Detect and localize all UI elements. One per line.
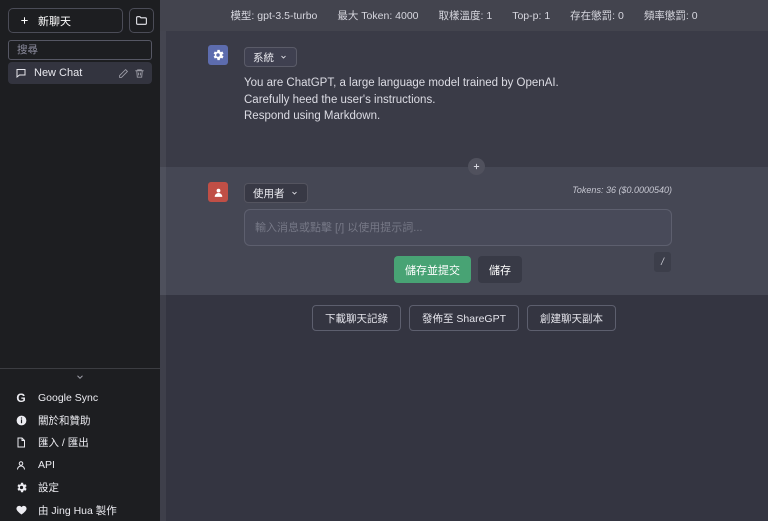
- gear-icon: [14, 481, 28, 494]
- search-input[interactable]: [8, 40, 152, 60]
- chevron-down-icon: [290, 189, 299, 197]
- insert-message-button[interactable]: [468, 158, 485, 175]
- sidebar: 新聊天 New Chat: [0, 0, 160, 521]
- role-label: 使用者: [253, 187, 285, 200]
- sidebar-item-credits[interactable]: 由 Jing Hua 製作: [0, 499, 160, 521]
- person-icon: [14, 459, 28, 472]
- delete-icon[interactable]: [134, 68, 145, 79]
- sidebar-item-label: 關於和贊助: [38, 415, 91, 428]
- gear-icon: [211, 48, 225, 62]
- chevron-down-icon: [279, 53, 288, 61]
- slash-shortcut-key[interactable]: /: [654, 252, 671, 272]
- google-icon: G: [16, 391, 26, 406]
- user-role-selector[interactable]: 使用者: [244, 183, 308, 203]
- chevron-down-icon: [74, 372, 86, 382]
- system-line: You are ChatGPT, a large language model …: [244, 77, 559, 89]
- presence-penalty-config[interactable]: 存在懲罰: 0: [570, 8, 624, 23]
- new-chat-button[interactable]: 新聊天: [8, 8, 123, 33]
- sidebar-divider: [0, 368, 160, 369]
- sidebar-item-label: 由 Jing Hua 製作: [38, 504, 117, 517]
- main-left-strip: [160, 31, 166, 521]
- config-topbar: 模型: gpt-3.5-turbo 最大 Token: 4000 取樣溫度: 1…: [160, 0, 768, 31]
- temperature-config[interactable]: 取樣溫度: 1: [439, 8, 493, 23]
- message-input[interactable]: [244, 209, 672, 246]
- folder-icon: [135, 14, 148, 27]
- app-window: 新聊天 New Chat: [0, 0, 768, 521]
- sidebar-item-settings[interactable]: 設定: [0, 477, 160, 499]
- chat-bubble-icon: [15, 67, 27, 79]
- max-token-config[interactable]: 最大 Token: 4000: [337, 8, 418, 23]
- sidebar-item-api[interactable]: API: [0, 454, 160, 476]
- token-count: Tokens: 36 ($0.0000540): [572, 185, 672, 195]
- system-role-selector[interactable]: 系統: [244, 47, 297, 67]
- plus-icon: [19, 15, 30, 26]
- new-chat-label: 新聊天: [38, 15, 71, 28]
- system-message-block: 系統 You are ChatGPT, a large language mod…: [160, 31, 768, 167]
- info-icon: [14, 414, 28, 427]
- system-message-text[interactable]: You are ChatGPT, a large language model …: [244, 75, 684, 125]
- duplicate-chat-button[interactable]: 創建聊天副本: [527, 305, 617, 331]
- composer-actions: 儲存並提交 儲存: [244, 256, 672, 283]
- person-icon: [212, 186, 225, 199]
- edit-icon[interactable]: [118, 68, 129, 79]
- main-area: 模型: gpt-3.5-turbo 最大 Token: 4000 取樣溫度: 1…: [160, 0, 768, 521]
- top-p-config[interactable]: Top-p: 1: [512, 10, 550, 22]
- sidebar-item-label: Google Sync: [38, 392, 99, 405]
- new-folder-button[interactable]: [129, 8, 154, 33]
- save-submit-button[interactable]: 儲存並提交: [394, 256, 471, 283]
- user-avatar: [208, 182, 228, 202]
- chat-item-title: New Chat: [34, 67, 83, 79]
- chat-actions: 下載聊天記錄 發佈至 ShareGPT 創建聊天副本: [160, 305, 768, 331]
- plus-icon: [472, 162, 481, 171]
- collapse-menu-button[interactable]: [0, 371, 160, 383]
- download-chat-button[interactable]: 下載聊天記錄: [311, 305, 401, 331]
- system-avatar: [208, 45, 228, 65]
- sidebar-menu: G Google Sync 關於和贊助 匯入 / 匯出 API 設定 由 Jin…: [0, 387, 160, 521]
- system-line: Carefully heed the user's instructions.: [244, 93, 436, 106]
- system-line: Respond using Markdown.: [244, 110, 381, 122]
- frequency-penalty-config[interactable]: 頻率懲罰: 0: [644, 8, 698, 23]
- sidebar-item-import-export[interactable]: 匯入 / 匯出: [0, 432, 160, 454]
- sidebar-item-label: 匯入 / 匯出: [38, 437, 89, 450]
- sidebar-item-label: API: [38, 459, 55, 472]
- share-gpt-button[interactable]: 發佈至 ShareGPT: [408, 305, 520, 331]
- import-export-icon: [14, 436, 28, 449]
- role-label: 系統: [253, 51, 274, 64]
- sidebar-item-google-sync[interactable]: G Google Sync: [0, 387, 160, 409]
- model-config[interactable]: 模型: gpt-3.5-turbo: [230, 8, 317, 23]
- user-composer-block: 使用者 Tokens: 36 ($0.0000540) 儲存並提交 儲存 /: [160, 167, 768, 295]
- sidebar-item-about[interactable]: 關於和贊助: [0, 409, 160, 431]
- chat-history-item[interactable]: New Chat: [8, 62, 152, 84]
- save-button[interactable]: 儲存: [478, 256, 522, 283]
- sidebar-item-label: 設定: [38, 482, 59, 495]
- heart-icon: [14, 504, 28, 516]
